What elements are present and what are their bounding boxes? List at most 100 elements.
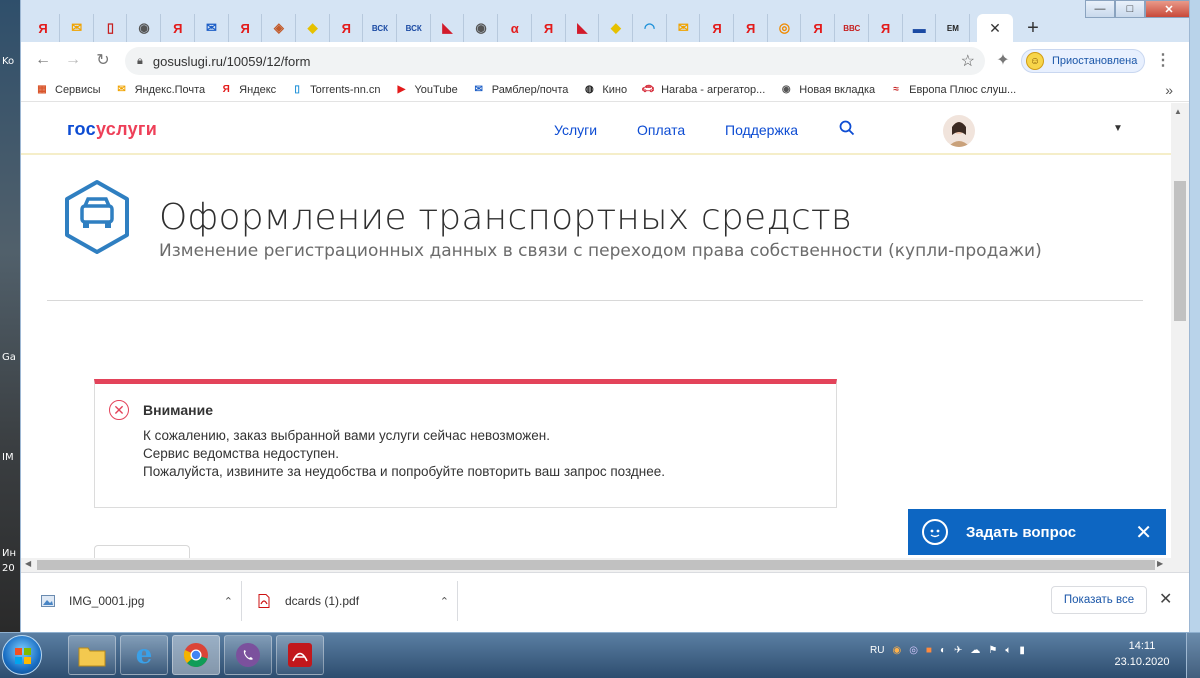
scroll-right-icon[interactable]: ▶	[1157, 559, 1163, 568]
browser-tab[interactable]: ◎	[768, 14, 802, 42]
browser-tab[interactable]: ◣	[566, 14, 600, 42]
tray-app-icon[interactable]: ◉	[892, 645, 901, 656]
reload-icon[interactable]: ↻	[93, 50, 113, 70]
gosuslugi-logo[interactable]: госуслуги	[67, 119, 157, 140]
browser-tab[interactable]: ВСК	[364, 14, 397, 42]
browser-tab[interactable]: ЕМ	[937, 14, 970, 42]
scroll-thumb-horizontal[interactable]	[37, 560, 1155, 570]
close-icon[interactable]: ✕	[1135, 520, 1152, 545]
chrome-taskbar-button[interactable]	[172, 635, 220, 675]
bookmark-item[interactable]: ✉ Яндекс.Почта	[115, 83, 205, 97]
url-text[interactable]: gosuslugi.ru/10059/12/form	[153, 54, 311, 69]
browser-tab[interactable]: ◆	[600, 14, 633, 42]
tab-favicon: Я	[173, 20, 183, 36]
browser-tab[interactable]: Я	[330, 14, 364, 42]
browser-tab[interactable]: ◠	[634, 14, 667, 42]
tray-app-icon[interactable]: ■	[926, 645, 932, 656]
user-avatar[interactable]	[943, 115, 975, 147]
explorer-taskbar-button[interactable]	[68, 635, 116, 675]
browser-tab[interactable]: ◉	[128, 14, 162, 42]
acrobat-icon	[288, 643, 312, 667]
address-bar[interactable]: 🔒︎ gosuslugi.ru/10059/12/form ☆	[125, 47, 985, 75]
browser-tab[interactable]: Я	[870, 14, 903, 42]
language-indicator[interactable]: RU	[870, 645, 884, 656]
menu-icon[interactable]: ⋮	[1153, 50, 1173, 70]
browser-tab[interactable]: ✉	[196, 14, 229, 42]
tab-favicon: ВВС	[843, 23, 861, 33]
acrobat-taskbar-button[interactable]	[276, 635, 324, 675]
browser-tab[interactable]: Я	[229, 14, 263, 42]
bookmark-item[interactable]: Я Яндекс	[219, 83, 277, 97]
forward-icon[interactable]: →	[63, 50, 83, 70]
bookmark-item[interactable]: ◉ Новая вкладка	[779, 83, 875, 97]
flag-icon[interactable]: ⚑	[988, 645, 997, 656]
bookmark-item[interactable]: 🚗︎ Haraba - агрегатор...	[641, 83, 766, 97]
tray-app-icon[interactable]: ☁	[970, 645, 980, 656]
bookmark-item[interactable]: ✉ Рамблер/почта	[472, 83, 569, 97]
horizontal-scrollbar[interactable]: ◀ ▶	[21, 558, 1189, 572]
viber-taskbar-button[interactable]	[224, 635, 272, 675]
viber-tray-icon[interactable]: ◎	[909, 645, 918, 656]
minimize-button[interactable]: —	[1085, 0, 1115, 18]
browser-tab[interactable]: α	[499, 14, 532, 42]
show-all-downloads-button[interactable]: Показать все	[1051, 586, 1147, 614]
back-button-partial[interactable]	[94, 545, 190, 558]
network-icon[interactable]: ▮	[1019, 645, 1025, 656]
download-item[interactable]: dcards (1).pdf ⌃	[257, 581, 457, 621]
browser-tab[interactable]: ВСК	[398, 14, 431, 42]
maximize-button[interactable]: □	[1115, 0, 1145, 18]
scroll-up-icon[interactable]: ▲	[1174, 107, 1182, 116]
bookmark-item[interactable]: ▦ Сервисы	[35, 83, 100, 97]
nav-payment[interactable]: Оплата	[637, 122, 685, 138]
browser-tab[interactable]: ВВС	[836, 14, 869, 42]
browser-tab[interactable]: ◣	[431, 14, 465, 42]
ask-question-widget[interactable]: Задать вопрос ✕	[908, 509, 1166, 555]
tray-app-icon[interactable]: ◐	[940, 645, 946, 656]
ie-taskbar-button[interactable]: e	[120, 635, 168, 675]
close-window-button[interactable]: ✕	[1145, 0, 1189, 18]
browser-tab[interactable]: Я	[162, 14, 195, 42]
nav-support[interactable]: Поддержка	[725, 122, 798, 138]
browser-tab[interactable]: Я	[27, 14, 60, 42]
bookmarks-overflow[interactable]: »	[1165, 82, 1173, 98]
browser-tab[interactable]: Я	[533, 14, 566, 42]
browser-tab[interactable]: Я	[735, 14, 768, 42]
active-tab[interactable]: ✕	[977, 14, 1013, 42]
browser-tab[interactable]: ▯	[94, 14, 128, 42]
extensions-icon[interactable]: ✦	[993, 50, 1013, 70]
browser-tab[interactable]: ✉	[667, 14, 701, 42]
bookmark-item[interactable]: ◍ Кино	[582, 83, 627, 97]
nav-services[interactable]: Услуги	[554, 122, 597, 138]
scroll-left-icon[interactable]: ◀	[25, 559, 31, 568]
bookmark-item[interactable]: ▶ YouTube	[394, 83, 458, 97]
browser-tab[interactable]: ▬	[903, 14, 937, 42]
bookmark-item[interactable]: ≈ Европа Плюс слуш...	[889, 83, 1016, 97]
torrent-icon: ▯	[294, 84, 300, 95]
tab-favicon: ◠	[643, 20, 656, 35]
back-icon[interactable]: ←	[33, 50, 53, 70]
tray-app-icon[interactable]: ✈	[954, 645, 962, 656]
new-tab-button[interactable]: +	[1021, 16, 1045, 40]
chevron-up-icon[interactable]: ⌃	[440, 595, 449, 608]
browser-tab[interactable]: Я	[802, 14, 836, 42]
browser-tab[interactable]: ◈	[263, 14, 296, 42]
search-icon[interactable]	[839, 120, 855, 139]
close-tab-icon[interactable]: ✕	[989, 20, 1001, 37]
volume-icon[interactable]: 🔈︎	[1005, 645, 1011, 656]
bookmark-star-icon[interactable]: ☆	[961, 51, 975, 71]
bookmark-item[interactable]: ▯ Torrents-nn.cn	[290, 83, 380, 97]
show-desktop-button[interactable]	[1186, 633, 1200, 678]
browser-tab[interactable]: ✉	[61, 14, 94, 42]
browser-tab[interactable]: ◉	[465, 14, 499, 42]
start-button[interactable]	[2, 635, 42, 675]
clock[interactable]: 14:11 23.10.2020	[1112, 638, 1172, 670]
download-item[interactable]: IMG_0001.jpg ⌃	[41, 581, 241, 621]
chevron-up-icon[interactable]: ⌃	[224, 595, 233, 608]
vertical-scrollbar[interactable]: ▲	[1171, 103, 1189, 558]
browser-tab[interactable]: Я	[701, 14, 734, 42]
user-menu-chevron-icon[interactable]: ▼	[1113, 123, 1123, 134]
close-icon[interactable]: ✕	[1159, 589, 1172, 609]
profile-button[interactable]: ☺ Приостановлена	[1021, 49, 1145, 73]
browser-tab[interactable]: ◆	[297, 14, 330, 42]
scroll-thumb[interactable]	[1174, 181, 1186, 321]
